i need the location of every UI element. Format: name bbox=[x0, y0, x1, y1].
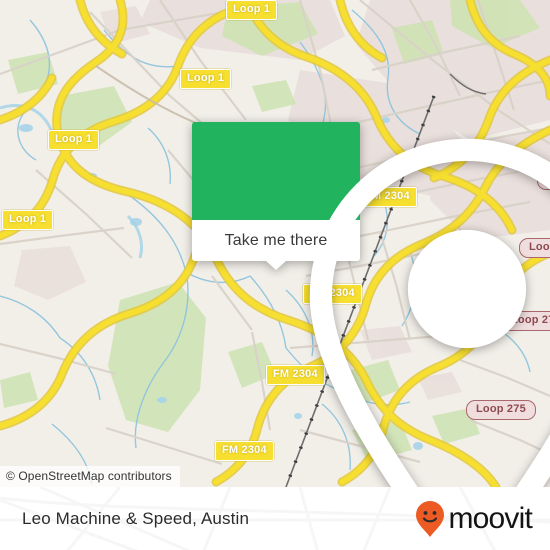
road-shield-loop-1-d: Loop 1 bbox=[2, 210, 54, 230]
place-title: Leo Machine & Speed, Austin bbox=[22, 508, 250, 528]
moovit-logo[interactable]: moovit bbox=[415, 500, 533, 538]
popup-tail bbox=[266, 261, 286, 270]
popup-action-area[interactable]: Take me there bbox=[192, 220, 360, 270]
moovit-smiley-pin-icon bbox=[416, 500, 445, 537]
popup-icon-area bbox=[192, 122, 550, 487]
map-pin-icon bbox=[309, 138, 550, 487]
take-me-there-label: Take me there bbox=[224, 231, 328, 249]
moovit-wordmark: moovit bbox=[448, 501, 532, 535]
map-attribution[interactable]: © OpenStreetMap contributors bbox=[0, 466, 180, 487]
map-canvas[interactable]: Loop 1 Loop 1 Loop 1 Loop 1 FM 2304 FM 2… bbox=[0, 0, 550, 487]
footer-bar: Leo Machine & Speed, Austin moovit bbox=[0, 487, 550, 550]
road-shield-loop-1-c: Loop 1 bbox=[48, 130, 100, 150]
road-shield-loop-1-a: Loop 1 bbox=[226, 0, 278, 20]
moovit-map-screenshot: Loop 1 Loop 1 Loop 1 Loop 1 FM 2304 FM 2… bbox=[0, 0, 550, 550]
place-popup-card[interactable]: Take me there bbox=[192, 122, 550, 487]
road-shield-loop-1-b: Loop 1 bbox=[180, 69, 232, 89]
